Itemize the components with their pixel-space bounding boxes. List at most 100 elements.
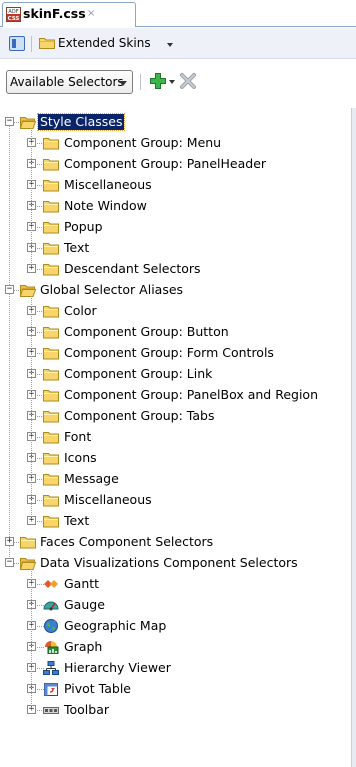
tree-child-label: Component Group: Button <box>64 324 229 339</box>
tree-child-0-2[interactable]: + Miscellaneous <box>0 175 356 196</box>
panel-toggle-icon[interactable] <box>9 36 25 51</box>
tree-child-1-5[interactable]: + Component Group: Tabs <box>0 406 356 427</box>
tree-child-label: Descendant Selectors <box>64 261 201 276</box>
tree-child-1-9[interactable]: + Miscellaneous <box>0 490 356 511</box>
folder-icon <box>43 430 59 444</box>
folder-icon <box>43 493 59 507</box>
tree-child-label: Component Group: Form Controls <box>64 345 274 360</box>
chevron-down-icon <box>167 43 173 47</box>
tree-child-label: Message <box>64 471 119 486</box>
plus-icon[interactable] <box>150 73 166 89</box>
pivot-table-icon <box>43 682 59 696</box>
tree-child-label: Component Group: Link <box>64 366 213 381</box>
available-selectors-dropdown[interactable]: Available Selectors <box>6 70 133 94</box>
tree-child-1-0[interactable]: + Color <box>0 301 356 322</box>
folder-icon <box>43 325 59 339</box>
folder-icon <box>43 262 59 276</box>
svg-text:ADF: ADF <box>8 9 18 15</box>
tree-child-label: Pivot Table <box>64 681 131 696</box>
folder-icon <box>43 178 59 192</box>
folder-icon <box>43 472 59 486</box>
editor-tab-skinf-css[interactable]: ADF CSS skinF.css × <box>2 2 136 27</box>
tree-child-1-2[interactable]: + Component Group: Form Controls <box>0 343 356 364</box>
tree-node-label: Style Classes <box>36 113 126 131</box>
tree-child-label: Icons <box>64 450 97 465</box>
gantt-icon <box>43 577 59 591</box>
collapse-icon[interactable]: − <box>5 285 14 294</box>
expand-icon[interactable]: + <box>5 537 14 546</box>
tree-child-label: Font <box>64 429 92 444</box>
tree-node-label: Global Selector Aliases <box>40 282 184 297</box>
tree-node-2[interactable]: + Faces Component Selectors <box>0 532 356 553</box>
tree-child-3-5[interactable]: + Pivot Table <box>0 679 356 700</box>
folder-icon <box>43 367 59 381</box>
folder-icon <box>39 36 55 49</box>
tree-child-0-3[interactable]: + Note Window <box>0 196 356 217</box>
tree-node-label: Data Visualizations Component Selectors <box>40 555 298 570</box>
folder-icon <box>43 346 59 360</box>
tree-child-label: Color <box>64 303 97 318</box>
tree-node-label: Faces Component Selectors <box>40 534 214 549</box>
tree-child-1-6[interactable]: + Font <box>0 427 356 448</box>
folder-icon <box>43 199 59 213</box>
tree-child-label: Component Group: PanelHeader <box>64 156 267 171</box>
tree-child-0-1[interactable]: + Component Group: PanelHeader <box>0 154 356 175</box>
tree-child-1-1[interactable]: + Component Group: Button <box>0 322 356 343</box>
dropdown-value: Available Selectors <box>10 75 124 89</box>
tree-child-label: Miscellaneous <box>64 177 152 192</box>
panel-edge <box>351 108 356 767</box>
tree-child-label: Miscellaneous <box>64 492 152 507</box>
tree-child-3-3[interactable]: + Graph <box>0 637 356 658</box>
extended-skins-label: Extended Skins <box>58 36 151 50</box>
close-tab-icon[interactable]: × <box>87 8 95 19</box>
folder-icon <box>43 451 59 465</box>
add-chevron-down-icon[interactable] <box>169 80 175 84</box>
skin-toolbar: Extended Skins <box>0 28 356 59</box>
tree-child-label: Gantt <box>64 576 100 591</box>
tree-child-label: Gauge <box>64 597 105 612</box>
folder-icon <box>43 514 59 528</box>
folder-icon <box>43 304 59 318</box>
gauge-icon <box>43 598 59 612</box>
tree-node-3[interactable]: − Data Visualizations Component Selector… <box>0 553 356 574</box>
toolbar-separator <box>31 36 32 52</box>
tree-child-0-6[interactable]: + Descendant Selectors <box>0 259 356 280</box>
tree-child-label: Popup <box>64 219 103 234</box>
tree-node-0[interactable]: − Style Classes <box>0 112 356 133</box>
folder-open-icon <box>19 556 37 570</box>
selectors-toolbar: Available Selectors <box>0 60 356 108</box>
tree-child-label: Geographic Map <box>64 618 167 633</box>
tree-child-1-10[interactable]: + Text <box>0 511 356 532</box>
tree-child-1-7[interactable]: + Icons <box>0 448 356 469</box>
tree-child-1-3[interactable]: + Component Group: Link <box>0 364 356 385</box>
tree-child-3-4[interactable]: + Hierarchy Viewer <box>0 658 356 679</box>
delete-icon[interactable] <box>179 72 197 90</box>
tree-child-3-0[interactable]: + Gantt <box>0 574 356 595</box>
folder-icon <box>20 535 36 549</box>
tree-child-label: Component Group: Tabs <box>64 408 215 423</box>
tree-child-1-8[interactable]: + Message <box>0 469 356 490</box>
folder-icon <box>43 220 59 234</box>
tree-child-0-5[interactable]: + Text <box>0 238 356 259</box>
tree-child-0-0[interactable]: + Component Group: Menu <box>0 133 356 154</box>
collapse-icon[interactable]: − <box>5 117 14 126</box>
svg-text:CSS: CSS <box>8 16 20 22</box>
tree-child-0-4[interactable]: + Popup <box>0 217 356 238</box>
tree-node-1[interactable]: − Global Selector Aliases <box>0 280 356 301</box>
folder-icon <box>43 388 59 402</box>
tree-child-3-2[interactable]: + Geographic Map <box>0 616 356 637</box>
folder-open-icon <box>19 283 37 297</box>
tab-title: skinF.css <box>23 6 86 21</box>
folder-icon <box>43 157 59 171</box>
tree-child-3-1[interactable]: + Gauge <box>0 595 356 616</box>
tree-child-3-6[interactable]: + Toolbar <box>0 700 356 721</box>
toolbar-icon <box>43 703 59 717</box>
folder-icon <box>43 409 59 423</box>
folder-icon <box>43 241 59 255</box>
editor-tab-bar: ADF CSS skinF.css × <box>0 0 356 27</box>
tree-child-1-4[interactable]: + Component Group: PanelBox and Region <box>0 385 356 406</box>
hierarchy-viewer-icon <box>43 661 59 675</box>
collapse-icon[interactable]: − <box>5 558 14 567</box>
tree-child-label: Component Group: PanelBox and Region <box>64 387 318 402</box>
tree-child-label: Text <box>64 240 90 255</box>
